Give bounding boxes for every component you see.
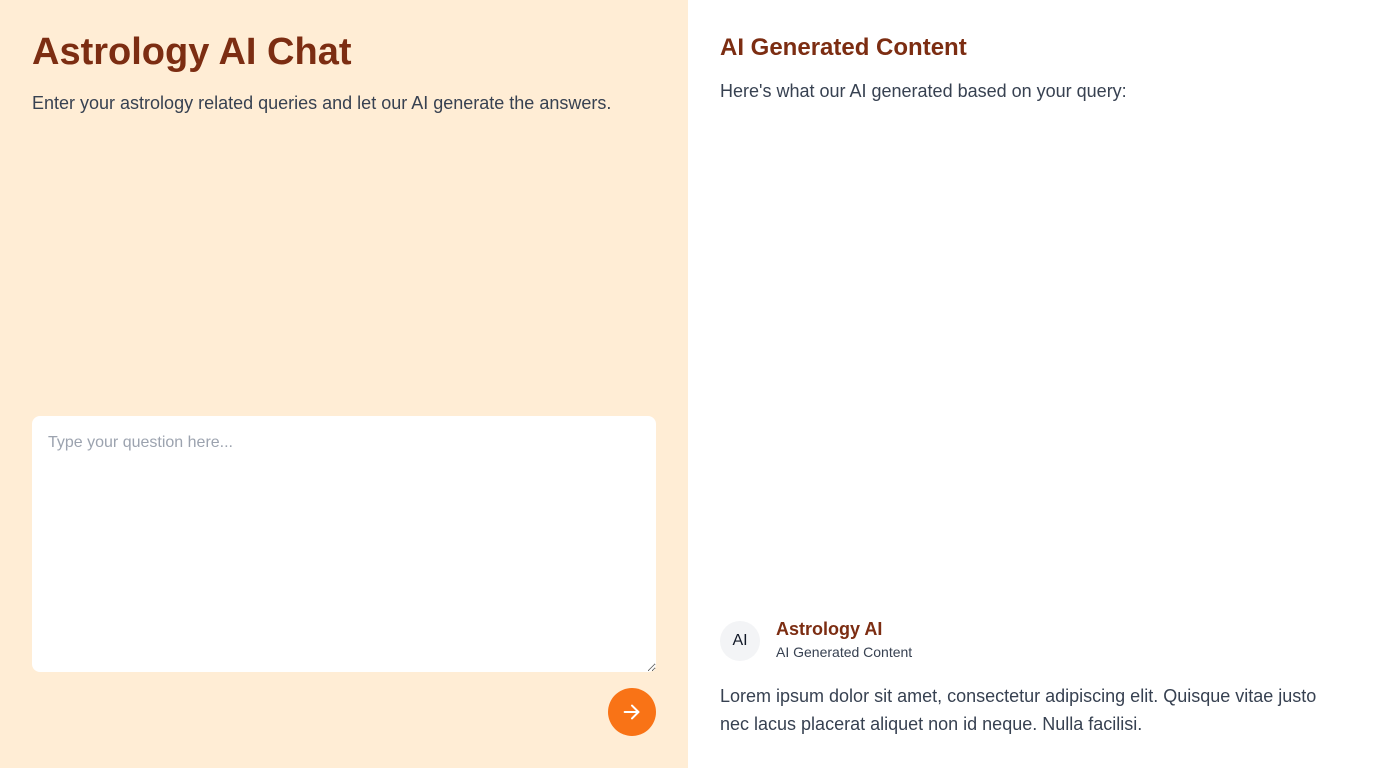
ai-content-panel: AI Generated Content Here's what our AI … bbox=[688, 0, 1376, 768]
message-header: AI Astrology AI AI Generated Content bbox=[720, 618, 1320, 662]
sender-meta: AI Generated Content bbox=[776, 644, 913, 660]
sender-info: Astrology AI AI Generated Content bbox=[776, 618, 912, 662]
arrow-right-icon bbox=[623, 704, 640, 720]
page-title: Astrology AI Chat bbox=[32, 31, 352, 73]
chat-input-panel: Astrology AI Chat Enter your astrology r… bbox=[0, 0, 688, 768]
sender-name: Astrology AI bbox=[776, 619, 883, 639]
section-intro: Here's what our AI generated based on yo… bbox=[720, 81, 1127, 101]
send-button[interactable] bbox=[608, 688, 656, 736]
page-subtitle: Enter your astrology related queries and… bbox=[32, 93, 612, 113]
message-body: Lorem ipsum dolor sit amet, consectetur … bbox=[720, 686, 1317, 734]
question-input[interactable] bbox=[32, 416, 656, 672]
app-root: Astrology AI Chat Enter your astrology r… bbox=[0, 0, 1376, 768]
section-title: AI Generated Content bbox=[720, 34, 967, 61]
avatar: AI bbox=[720, 621, 760, 661]
ai-message: AI Astrology AI AI Generated Content Lor… bbox=[720, 618, 1320, 738]
